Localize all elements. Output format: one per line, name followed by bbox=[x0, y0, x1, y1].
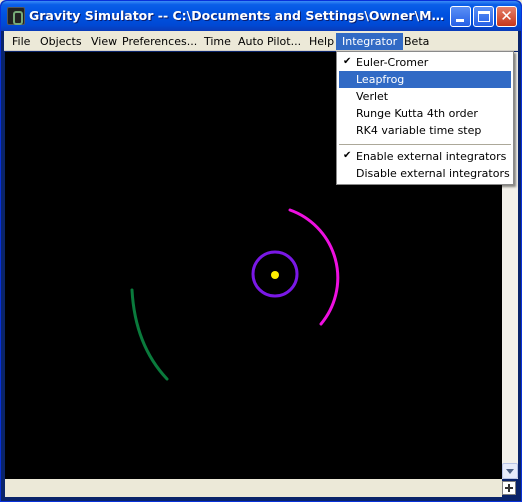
app-window: Gravity Simulator -- C:\Documents and Se… bbox=[0, 0, 522, 502]
scroll-down-icon[interactable] bbox=[502, 463, 518, 479]
minimize-icon bbox=[456, 19, 464, 22]
option-label: RK4 variable time step bbox=[356, 124, 482, 137]
menu-integrator[interactable]: Integrator bbox=[336, 33, 404, 50]
sun-body bbox=[271, 271, 279, 279]
close-icon: ✕ bbox=[500, 7, 513, 25]
option-label: Euler-Cromer bbox=[356, 56, 429, 69]
option-label: Leapfrog bbox=[356, 73, 405, 86]
menu-option-disable-external[interactable]: Disable external integrators bbox=[339, 165, 511, 182]
checkmark-icon: ✔ bbox=[343, 56, 352, 67]
integrator-dropdown: ✔ Euler-Cromer Leapfrog Verlet Runge Kut… bbox=[336, 51, 514, 185]
option-label: Runge Kutta 4th order bbox=[356, 107, 478, 120]
menu-file[interactable]: File bbox=[6, 33, 36, 50]
menu-auto-pilot[interactable]: Auto Pilot... bbox=[232, 33, 307, 50]
green-orbit-arc bbox=[130, 288, 169, 381]
menu-preferences[interactable]: Preferences... bbox=[116, 33, 203, 50]
bottom-scroll-area bbox=[5, 479, 502, 497]
option-label: Enable external integrators bbox=[356, 150, 507, 163]
title-bar[interactable]: Gravity Simulator -- C:\Documents and Se… bbox=[1, 1, 521, 31]
menu-option-rk4-variable[interactable]: RK4 variable time step bbox=[339, 122, 511, 139]
maximize-button[interactable] bbox=[473, 6, 494, 27]
menu-option-rk4[interactable]: Runge Kutta 4th order bbox=[339, 105, 511, 122]
option-label: Disable external integrators bbox=[356, 167, 510, 180]
window-title: Gravity Simulator -- C:\Documents and Se… bbox=[29, 8, 447, 23]
checkmark-icon: ✔ bbox=[343, 150, 352, 161]
menu-bar: File Objects View Preferences... Time Au… bbox=[4, 31, 518, 51]
menu-help[interactable]: Help bbox=[303, 33, 340, 50]
menu-option-verlet[interactable]: Verlet bbox=[339, 88, 511, 105]
menu-option-enable-external[interactable]: ✔ Enable external integrators bbox=[339, 148, 511, 165]
menu-option-euler-cromer[interactable]: ✔ Euler-Cromer bbox=[339, 54, 511, 71]
menu-option-leapfrog[interactable]: Leapfrog bbox=[339, 71, 511, 88]
zoom-plus-icon[interactable] bbox=[502, 481, 516, 495]
option-label: Verlet bbox=[356, 90, 389, 103]
menu-beta[interactable]: Beta bbox=[398, 33, 435, 50]
app-icon[interactable] bbox=[7, 7, 25, 25]
maximize-icon bbox=[478, 11, 490, 22]
menu-separator bbox=[339, 144, 511, 145]
menu-objects[interactable]: Objects bbox=[34, 33, 88, 50]
close-button[interactable]: ✕ bbox=[496, 6, 517, 27]
minimize-button[interactable] bbox=[450, 6, 471, 27]
